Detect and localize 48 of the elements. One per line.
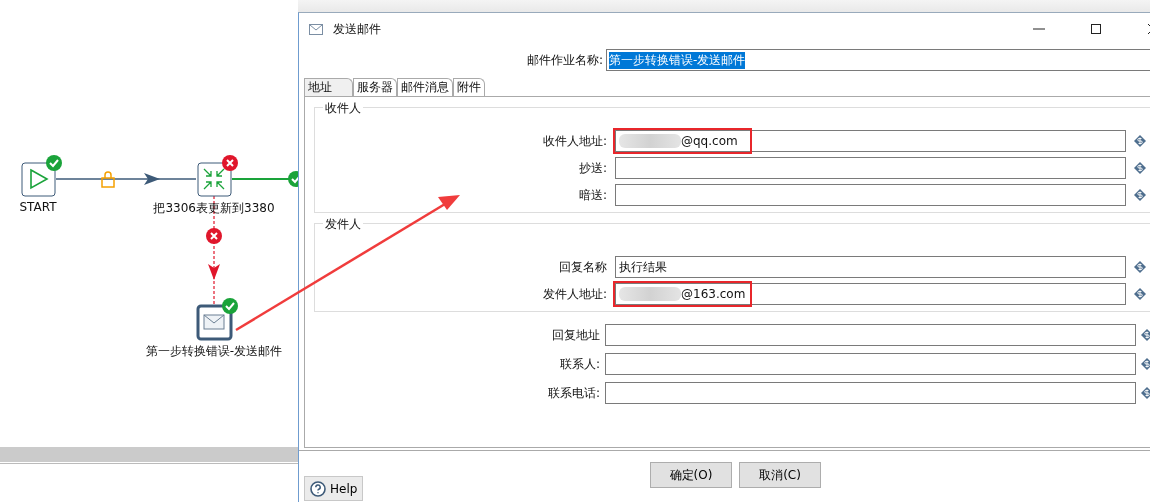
field-label: 暗送: bbox=[577, 186, 607, 204]
field-label: 回复名称 bbox=[558, 258, 607, 276]
window-title: 发送邮件 bbox=[333, 20, 381, 38]
tab[interactable]: 服务器 bbox=[353, 78, 397, 96]
horizontal-scrollbar[interactable] bbox=[0, 447, 298, 462]
variable-icon[interactable] bbox=[1141, 329, 1150, 341]
input-field[interactable]: @163.com bbox=[615, 283, 1126, 305]
variable-icon[interactable] bbox=[1134, 288, 1146, 300]
field-label: 发件人地址: bbox=[541, 285, 607, 303]
transform-node[interactable] bbox=[197, 162, 232, 197]
tab[interactable]: 附件 bbox=[453, 78, 485, 96]
node-label: START bbox=[19, 200, 57, 214]
dialog-button[interactable]: 确定(O) bbox=[650, 462, 732, 488]
node-label: 把3306表更新到3380 bbox=[153, 200, 275, 217]
field-label: 邮件作业名称: bbox=[525, 51, 603, 69]
lock-icon bbox=[101, 171, 115, 188]
field-label: 联系电话: bbox=[546, 384, 600, 402]
variable-icon[interactable] bbox=[1141, 387, 1150, 399]
group-title: 发件人 bbox=[323, 216, 363, 233]
tab[interactable]: 地址 bbox=[304, 78, 353, 96]
variable-icon[interactable] bbox=[1134, 261, 1146, 273]
mail-icon bbox=[309, 23, 323, 35]
variable-icon[interactable] bbox=[1134, 162, 1146, 174]
input-field[interactable]: 执行结果 bbox=[615, 256, 1126, 278]
start-node[interactable] bbox=[21, 162, 56, 197]
tab[interactable]: 邮件消息 bbox=[397, 78, 453, 96]
field-label: 联系人: bbox=[558, 355, 600, 373]
field-label: 抄送: bbox=[577, 159, 607, 177]
input-field[interactable] bbox=[605, 324, 1136, 346]
variable-icon[interactable] bbox=[1141, 358, 1150, 370]
field-label: 回复地址 bbox=[551, 326, 600, 344]
input-field[interactable] bbox=[605, 382, 1136, 404]
help-icon bbox=[310, 480, 326, 497]
field-label: 收件人地址: bbox=[541, 132, 607, 150]
maximize-icon[interactable] bbox=[1090, 23, 1102, 35]
group-title: 收件人 bbox=[323, 100, 363, 117]
mail-node[interactable] bbox=[196, 304, 233, 341]
error-badge-icon bbox=[206, 228, 222, 244]
dialog-button[interactable]: 取消(C) bbox=[739, 462, 821, 488]
variable-icon[interactable] bbox=[1134, 189, 1146, 201]
input-field[interactable] bbox=[605, 353, 1136, 375]
input-field[interactable] bbox=[615, 184, 1126, 206]
job-name-field[interactable]: 第一步转换错误-发送邮件 bbox=[606, 49, 1150, 71]
node-label: 第一步转换错误-发送邮件 bbox=[145, 343, 283, 360]
input-field[interactable] bbox=[615, 157, 1126, 179]
variable-icon[interactable] bbox=[1134, 135, 1146, 147]
help-button[interactable]: Help bbox=[304, 476, 364, 501]
input-field[interactable]: @qq.com bbox=[615, 130, 1126, 152]
